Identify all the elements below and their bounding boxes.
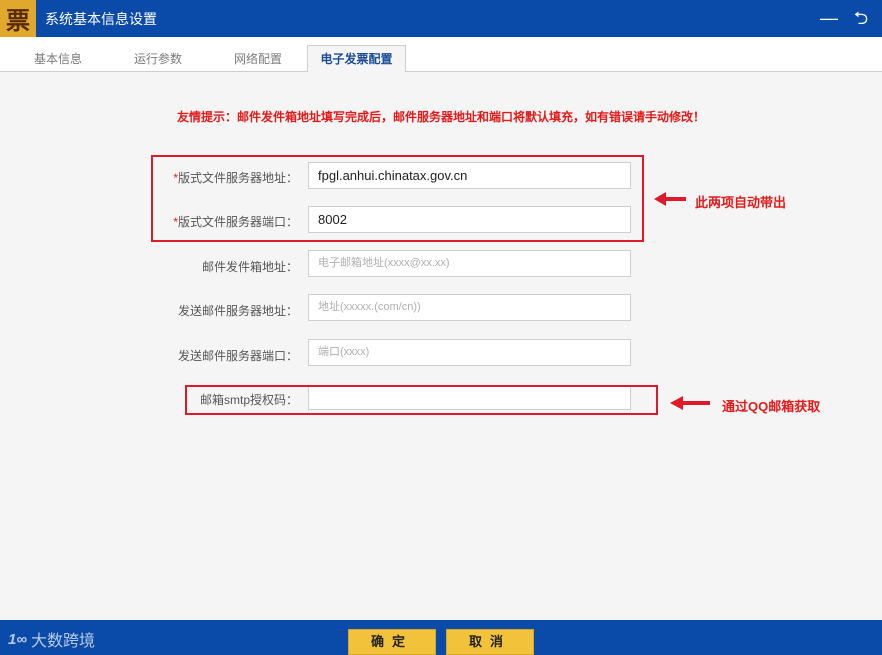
smtp-port-label: 发送邮件服务器端口：	[177, 349, 298, 363]
auto-fill-annotation: 此两项自动带出	[695, 195, 787, 210]
watermark: 1∞ 大数跨境	[8, 627, 95, 651]
smtp-auth-highlight-box	[185, 385, 658, 415]
watermark-logo-icon: 1∞	[8, 630, 28, 648]
confirm-button[interactable]: 确定	[348, 629, 436, 655]
arrow-left-icon	[654, 192, 686, 206]
tab-bar: 基本信息 运行参数 网络配置 电子发票配置	[0, 37, 882, 73]
tab-run-params[interactable]: 运行参数	[120, 46, 196, 72]
settings-panel: 友情提示：邮件发件箱地址填写完成后，邮件服务器地址和端口将默认填充，如有错误请手…	[0, 72, 882, 620]
minimize-icon[interactable]: —	[820, 8, 838, 28]
title-bar: 票 系统基本信息设置 — ⮌	[0, 0, 882, 37]
tab-network-config[interactable]: 网络配置	[220, 46, 296, 72]
window-controls: — ⮌	[820, 8, 870, 28]
footer-bar: 1∞ 大数跨境 确定 取消	[0, 620, 882, 655]
smtp-port-input[interactable]: 端口(xxxx)	[308, 339, 631, 366]
smtp-address-input[interactable]: 地址(xxxxx.(com/cn))	[308, 294, 631, 321]
hint-text: 友情提示：邮件发件箱地址填写完成后，邮件服务器地址和端口将默认填充，如有错误请手…	[176, 110, 705, 124]
watermark-text: 大数跨境	[31, 633, 96, 650]
window-title: 系统基本信息设置	[45, 10, 157, 27]
cancel-button[interactable]: 取消	[446, 629, 534, 655]
sender-email-input[interactable]: 电子邮箱地址(xxxx@xx.xx)	[308, 250, 631, 277]
app-logo-icon: 票	[0, 0, 36, 37]
sender-email-label: 邮件发件箱地址：	[201, 260, 298, 274]
tab-e-invoice-config[interactable]: 电子发票配置	[307, 45, 406, 73]
tab-basic-info[interactable]: 基本信息	[20, 46, 96, 72]
auto-fill-highlight-box	[151, 155, 644, 242]
arrow-left-icon	[670, 396, 710, 410]
smtp-address-label: 发送邮件服务器地址：	[177, 304, 298, 318]
qq-mail-annotation: 通过QQ邮箱获取	[722, 399, 821, 414]
back-icon[interactable]: ⮌	[852, 8, 870, 28]
